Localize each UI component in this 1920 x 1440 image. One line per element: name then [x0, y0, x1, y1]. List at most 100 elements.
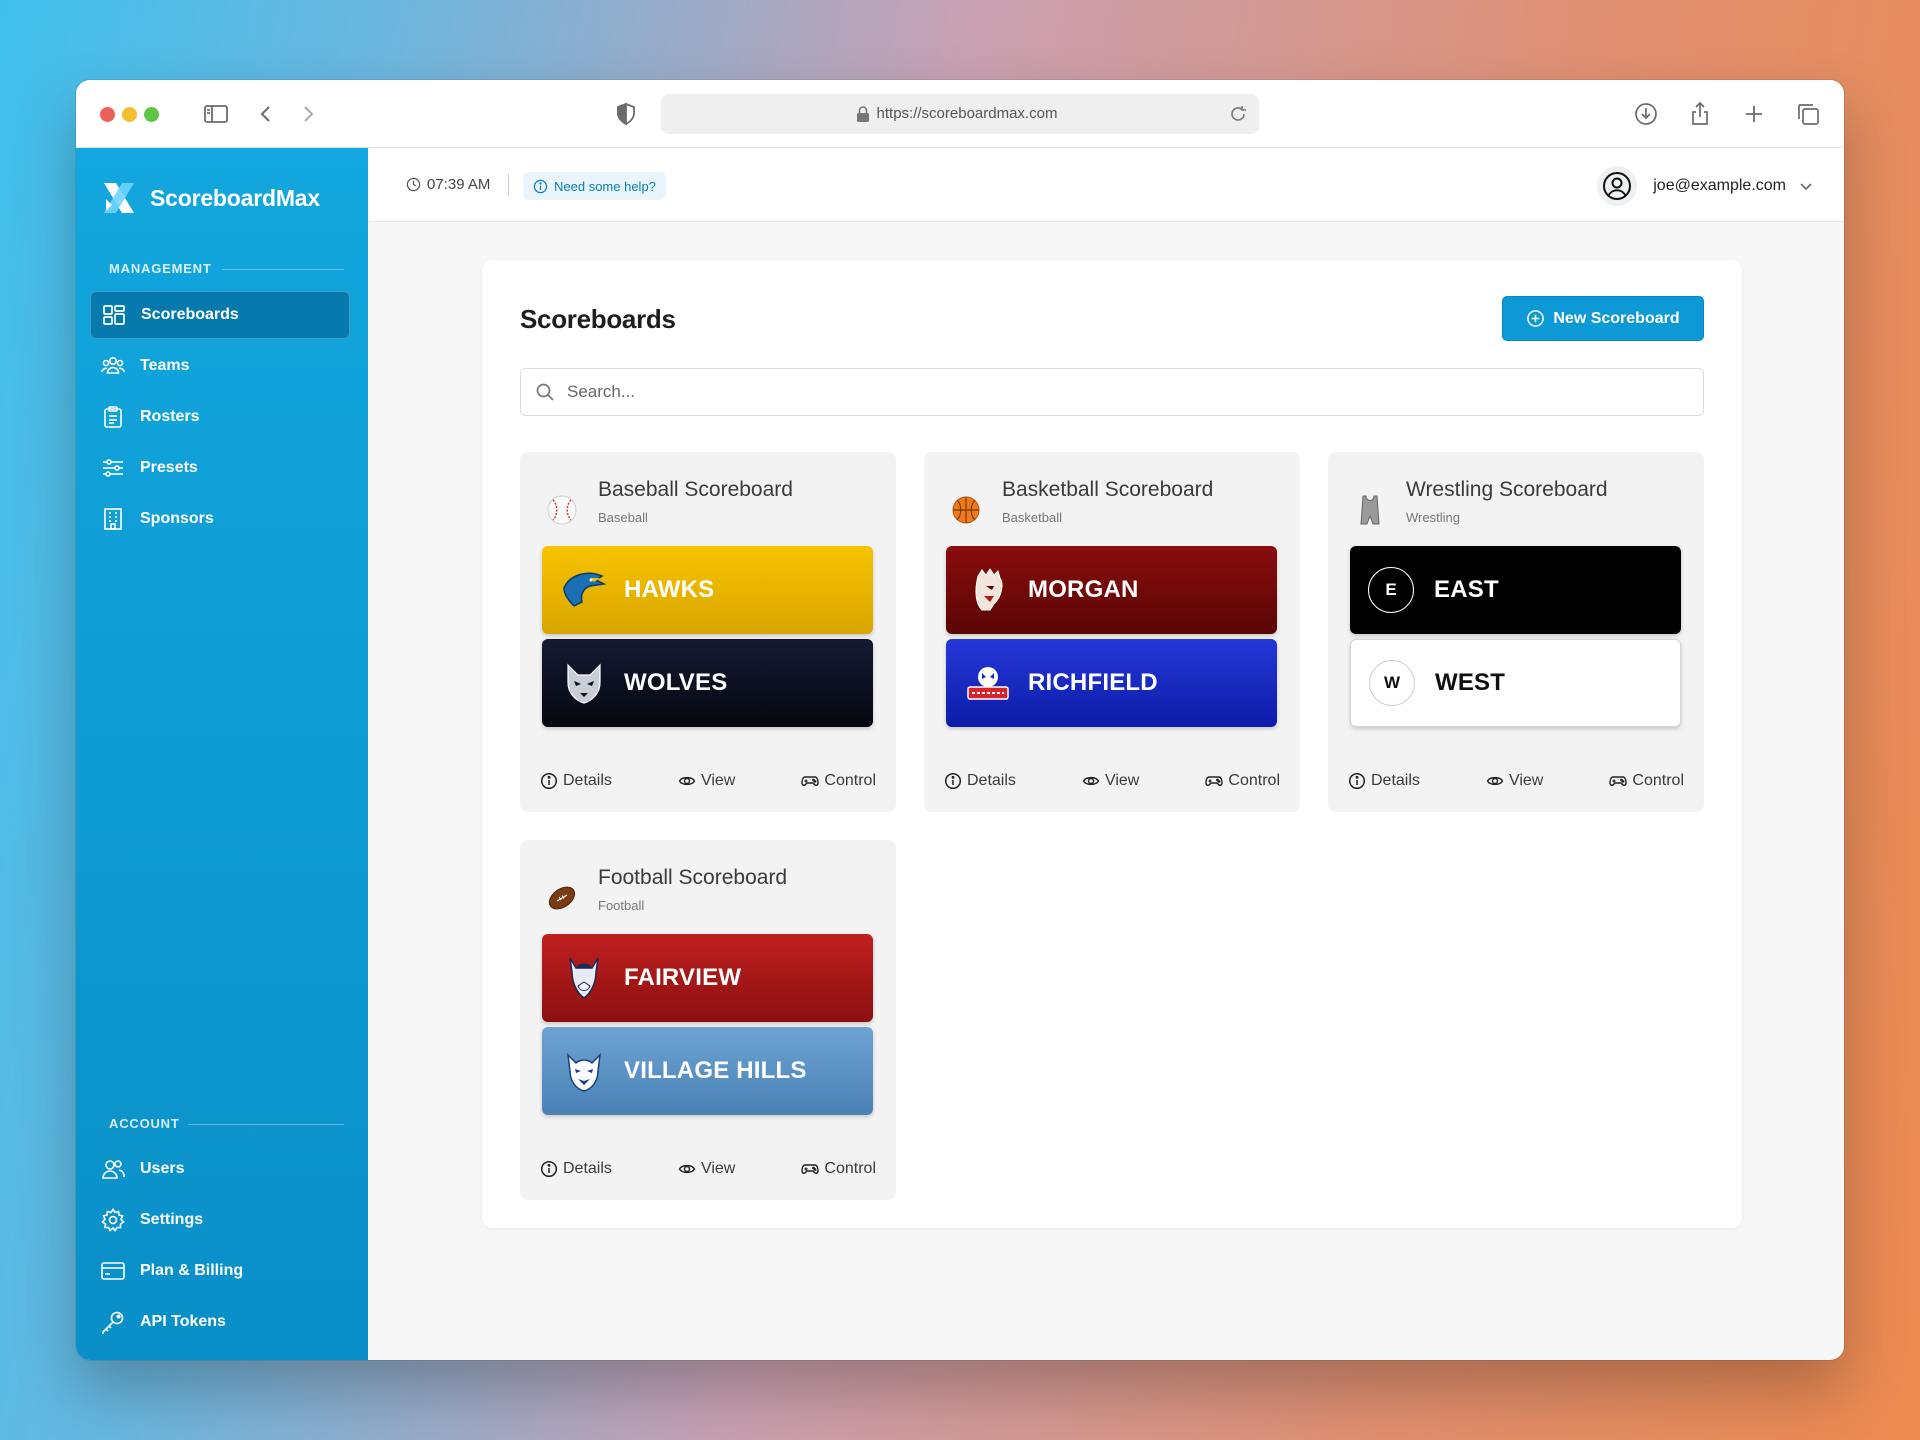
building-icon: [100, 506, 126, 532]
brand-name: ScoreboardMax: [150, 184, 320, 211]
sidebar-item-scoreboards[interactable]: Scoreboards: [90, 291, 350, 339]
richfield-icon: [964, 659, 1012, 707]
gamepad-icon: [801, 1164, 820, 1174]
sidebar-item-label: Presets: [140, 459, 198, 476]
team-letter-badge: W: [1369, 660, 1415, 706]
browser-toolbar: https://scoreboardmax.com: [76, 80, 1844, 148]
warrior-icon: [964, 566, 1012, 614]
tabs-overview-icon[interactable]: [1794, 100, 1822, 128]
sidebar-item-rosters[interactable]: Rosters: [90, 393, 350, 441]
card-sport: Basketball: [1002, 510, 1062, 525]
clock-icon: [406, 177, 421, 192]
sidebar-item-label: Settings: [140, 1211, 204, 1228]
share-icon[interactable]: [1686, 100, 1714, 128]
header-divider: [508, 174, 509, 196]
hawk-icon: [560, 566, 608, 614]
wrestling-singlet-icon: [1352, 492, 1388, 528]
card-title: Wrestling Scoreboard: [1406, 478, 1608, 501]
sidebar-item-label: API Tokens: [140, 1313, 226, 1330]
view-label: View: [1104, 772, 1140, 789]
sidebar-item-presets[interactable]: Presets: [90, 444, 350, 492]
avatar: [1597, 166, 1638, 206]
address-bar[interactable]: https://scoreboardmax.com: [661, 94, 1259, 134]
wildcat-icon: [560, 1047, 608, 1095]
search-box: [520, 368, 1704, 416]
card-actions: Details View Control: [540, 1158, 876, 1180]
control-button[interactable]: Control: [1205, 770, 1280, 792]
page-title: Scoreboards: [520, 304, 676, 334]
zoom-window-button[interactable]: [144, 107, 159, 122]
scoreboard-card-football[interactable]: Football Scoreboard Football FAIRVIEW VI…: [520, 840, 896, 1200]
team-bar-hawks: HAWKS: [542, 546, 873, 634]
users-group-icon: [100, 353, 126, 379]
team-bar-fairview: FAIRVIEW: [542, 934, 873, 1022]
control-button[interactable]: Control: [1609, 770, 1684, 792]
team-bar-morgan: MORGAN: [946, 546, 1277, 634]
wolf-icon: [560, 659, 608, 707]
details-button[interactable]: Details: [540, 770, 612, 792]
details-button[interactable]: Details: [944, 770, 1016, 792]
control-button[interactable]: Control: [801, 1158, 876, 1180]
new-tab-icon[interactable]: [1740, 100, 1768, 128]
search-input[interactable]: [567, 369, 1687, 415]
team-bar-richfield: RICHFIELD: [946, 639, 1277, 727]
team-bar-wolves: WOLVES: [542, 639, 873, 727]
chevron-down-icon: [1800, 183, 1812, 191]
app-header: 07:39 AM Need some help? joe@example.com: [368, 148, 1844, 222]
dashboard-icon: [101, 302, 127, 328]
gear-icon: [100, 1207, 126, 1233]
close-window-button[interactable]: [100, 107, 115, 122]
shield-icon[interactable]: [612, 100, 640, 128]
gamepad-icon: [1609, 776, 1628, 786]
new-scoreboard-button[interactable]: New Scoreboard: [1502, 296, 1704, 341]
view-button[interactable]: View: [678, 770, 735, 792]
forward-icon[interactable]: [294, 100, 322, 128]
back-icon[interactable]: [252, 100, 280, 128]
team-name: VILLAGE HILLS: [624, 1057, 807, 1084]
scoreboard-card-baseball[interactable]: Baseball Scoreboard Baseball HAWKS WOLVE…: [520, 452, 896, 812]
sidebar-toggle-icon[interactable]: [202, 100, 230, 128]
sidebar-item-api-tokens[interactable]: API Tokens: [90, 1298, 350, 1346]
reload-icon[interactable]: [1227, 103, 1249, 125]
management-divider: [222, 269, 344, 270]
team-letter-badge: E: [1368, 567, 1414, 613]
info-circle-icon: [540, 772, 558, 790]
download-icon[interactable]: [1632, 100, 1660, 128]
details-button[interactable]: Details: [1348, 770, 1420, 792]
card-actions: Details View Control: [1348, 770, 1684, 792]
scoreboard-card-basketball[interactable]: Basketball Scoreboard Basketball MORGAN …: [924, 452, 1300, 812]
team-bar-village-hills: VILLAGE HILLS: [542, 1027, 873, 1115]
user-menu[interactable]: joe@example.com: [1597, 166, 1814, 206]
users-icon: [100, 1156, 126, 1182]
sidebar-item-teams[interactable]: Teams: [90, 342, 350, 390]
card-actions: Details View Control: [540, 770, 876, 792]
basketball-icon: [948, 492, 984, 528]
details-button[interactable]: Details: [540, 1158, 612, 1180]
help-label: Need some help?: [554, 178, 656, 194]
card-header: Football Scoreboard Football: [544, 866, 787, 916]
sidebar-item-sponsors[interactable]: Sponsors: [90, 495, 350, 543]
scoreboard-card-wrestling[interactable]: Wrestling Scoreboard Wrestling E EAST W …: [1328, 452, 1704, 812]
card-header: Wrestling Scoreboard Wrestling: [1352, 478, 1608, 528]
card-title: Baseball Scoreboard: [598, 478, 793, 501]
view-button[interactable]: View: [1082, 770, 1139, 792]
team-name: WOLVES: [624, 669, 728, 696]
account-divider: [188, 1124, 344, 1125]
help-link[interactable]: Need some help?: [523, 172, 666, 200]
sidebar-item-users[interactable]: Users: [90, 1145, 350, 1193]
url-text: https://scoreboardmax.com: [876, 105, 1058, 122]
sidebar-item-plan-billing[interactable]: Plan & Billing: [90, 1247, 350, 1295]
card-sport: Baseball: [598, 510, 648, 525]
sidebar-item-label: Sponsors: [140, 510, 214, 527]
view-button[interactable]: View: [678, 1158, 735, 1180]
team-bar-west: W WEST: [1350, 639, 1681, 727]
sidebar-item-settings[interactable]: Settings: [90, 1196, 350, 1244]
eye-icon: [678, 1164, 696, 1174]
view-button[interactable]: View: [1486, 770, 1543, 792]
control-button[interactable]: Control: [801, 770, 876, 792]
info-circle-icon: [540, 1160, 558, 1178]
details-label: Details: [563, 772, 612, 789]
sidebar-item-label: Teams: [140, 357, 190, 374]
brand[interactable]: ScoreboardMax: [100, 178, 320, 218]
minimize-window-button[interactable]: [122, 107, 137, 122]
